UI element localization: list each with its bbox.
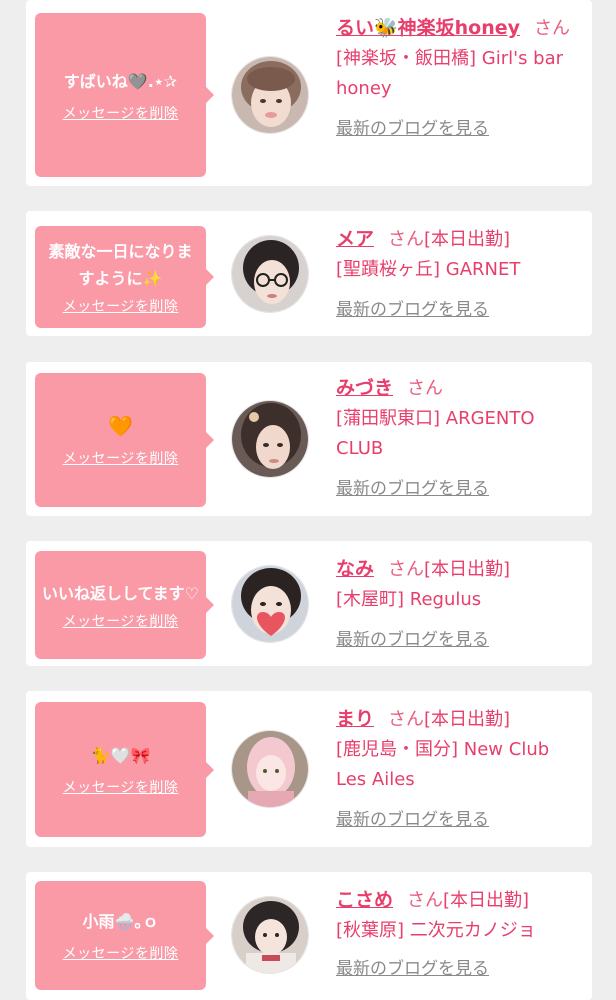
message-bubble: いいね返ししてます♡ メッセージを削除 [35,551,214,659]
shop-info: [鹿児島・国分] New Club Les Ailes [336,739,550,790]
delete-message-link[interactable]: メッセージを削除 [63,611,179,631]
profile-name-link[interactable]: みづき [336,377,393,399]
message-text: いいね返ししてます♡ [41,583,200,603]
message-bubble: 素敵な一日になりますように✨ メッセージを削除 [35,226,214,328]
avatar[interactable] [231,565,309,643]
avatar[interactable] [231,56,309,134]
delete-message-link[interactable]: メッセージを削除 [63,943,179,963]
profile-name-link[interactable]: メア [336,228,374,250]
latest-blog-link[interactable]: 最新のブログを見る [336,476,584,502]
honorific: さん [534,18,571,39]
status-badge: [本日出勤] [424,709,511,730]
message-bubble: 🧡 メッセージを削除 [35,373,214,507]
profile-info: なみ さん[本日出勤] [木屋町] Regulus 最新のブログを見る [336,554,584,653]
message-card: 素敵な一日になりますように✨ メッセージを削除 メア さん[本日出勤] [聖蹟桜ヶ… [26,211,592,336]
profile-name-link[interactable]: なみ [336,558,374,580]
shop-info: [蒲田駅東口] ARGENTO CLUB [336,408,535,459]
profile-info: まり さん[本日出勤] [鹿児島・国分] New Club Les Ailes 最… [336,704,584,833]
honorific: さん [388,709,425,730]
delete-message-link[interactable]: メッセージを削除 [63,296,179,316]
avatar[interactable] [231,730,309,808]
message-bubble: 🐈🤍🎀 メッセージを削除 [35,702,214,837]
avatar[interactable] [231,235,309,313]
delete-message-link[interactable]: メッセージを削除 [63,103,179,123]
honorific: さん [388,559,425,580]
avatar[interactable] [231,896,309,974]
avatar[interactable] [231,400,309,478]
shop-info: [神楽坂・飯田橋] Girl's bar honey [336,48,564,99]
message-text: 🐈🤍🎀 [90,746,151,765]
profile-name-link[interactable]: まり [336,708,374,730]
message-text: 小雨🌧️｡ｏ [82,912,159,931]
shop-info: [聖蹟桜ヶ丘] GARNET [336,259,521,280]
honorific: さん [407,890,444,911]
latest-blog-link[interactable]: 最新のブログを見る [336,297,584,323]
message-card: 🧡 メッセージを削除 みづき さん [蒲田駅東口] ARGENTO CLUB 最新… [26,362,592,516]
message-text: すばいね🩶.⋆✰ [63,71,178,91]
profile-name-link[interactable]: こさめ [336,889,393,911]
latest-blog-link[interactable]: 最新のブログを見る [336,627,584,653]
profile-info: こさめ さん[本日出勤] [秋葉原] 二次元カノジョ 最新のブログを見る [336,885,584,982]
shop-info: [秋葉原] 二次元カノジョ [336,920,536,941]
delete-message-link[interactable]: メッセージを削除 [63,448,179,468]
profile-info: メア さん[本日出勤] [聖蹟桜ヶ丘] GARNET 最新のブログを見る [336,224,584,323]
profile-info: るい🐝神楽坂honey さん [神楽坂・飯田橋] Girl's bar honey… [336,13,584,142]
status-badge: [本日出勤] [424,229,511,250]
status-badge: [本日出勤] [424,559,511,580]
profile-info: みづき さん [蒲田駅東口] ARGENTO CLUB 最新のブログを見る [336,373,584,502]
latest-blog-link[interactable]: 最新のブログを見る [336,956,584,982]
latest-blog-link[interactable]: 最新のブログを見る [336,116,584,142]
message-bubble: 小雨🌧️｡ｏ メッセージを削除 [35,881,214,990]
message-text: 🧡 [108,413,133,438]
message-text: 素敵な一日になりますように✨ [48,242,193,288]
honorific: さん [388,229,425,250]
message-feed: すばいね🩶.⋆✰ メッセージを削除 るい🐝神楽坂honey さん [神楽坂・飯田橋… [0,0,616,1000]
honorific: さん [407,378,444,399]
message-card: 🐈🤍🎀 メッセージを削除 まり さん[本日出勤] [鹿児島・国分] New Clu… [26,691,592,847]
status-badge: [本日出勤] [443,890,530,911]
message-card: 小雨🌧️｡ｏ メッセージを削除 こさめ さん[本日出勤] [秋葉原] 二次元カノジ… [26,872,592,1000]
message-card: いいね返ししてます♡ メッセージを削除 なみ さん[本日出勤] [木屋町] Reg… [26,541,592,666]
shop-info: [木屋町] Regulus [336,589,482,610]
delete-message-link[interactable]: メッセージを削除 [63,777,179,797]
latest-blog-link[interactable]: 最新のブログを見る [336,807,584,833]
profile-name-link[interactable]: るい🐝神楽坂honey [336,17,520,39]
message-bubble: すばいね🩶.⋆✰ メッセージを削除 [35,13,214,177]
message-card: すばいね🩶.⋆✰ メッセージを削除 るい🐝神楽坂honey さん [神楽坂・飯田橋… [26,0,592,186]
